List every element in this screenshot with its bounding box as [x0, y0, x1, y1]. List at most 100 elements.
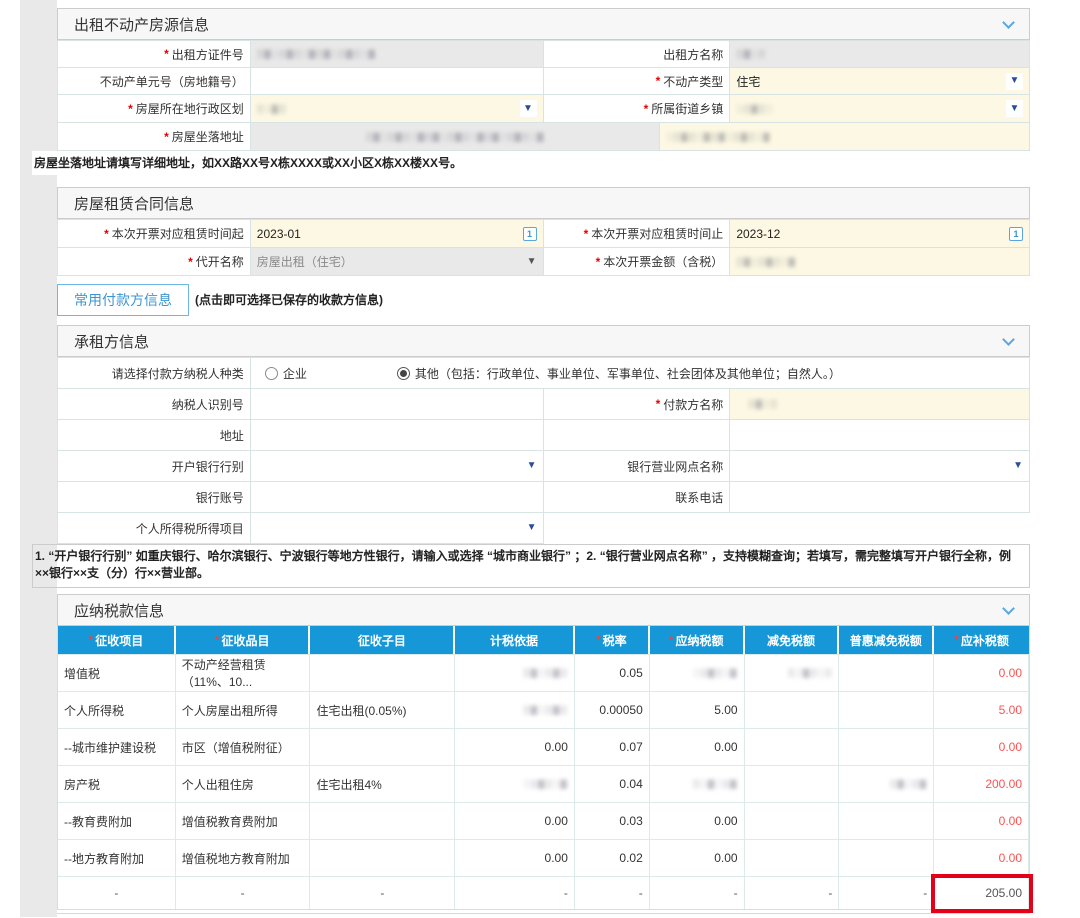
bank-type-label: 开户银行行别 [58, 451, 251, 482]
payer-name-input[interactable]: ▒▓░▒ [730, 389, 1030, 420]
col-header-sub: 征收子目 [310, 626, 455, 654]
estate-type-select[interactable]: 住宅▼ [730, 68, 1030, 95]
phone-label: 联系电话 [544, 482, 731, 513]
col-header-supplement: *应补税额 [934, 626, 1029, 654]
admin-division-select[interactable]: ▒░▓▒▼ [251, 95, 544, 123]
chevron-down-icon[interactable]: ▼ [527, 257, 537, 267]
section-header-tax: 应纳税款信息 [57, 594, 1030, 626]
phone-input[interactable] [730, 482, 1030, 513]
left-gutter [20, 0, 57, 917]
issue-name-label: *代开名称 [58, 248, 251, 276]
bank-type-select[interactable]: ▼ [251, 451, 544, 482]
saved-payer-button[interactable]: 常用付款方信息 [57, 284, 189, 316]
unit-no-label: 不动产单元号（房地籍号） [58, 68, 251, 95]
total-supplement-cell: 205.00 [934, 876, 1029, 909]
section-header-property: 出租不动产房源信息 [57, 8, 1030, 40]
required-asterisk: * [656, 397, 661, 411]
invoice-amount-input[interactable]: ▒▓░▒▓▒░▓ [730, 248, 1030, 276]
required-asterisk: * [188, 255, 193, 269]
section-title-tax: 应纳税款信息 [74, 600, 164, 621]
invoice-form-page: 出租不动产房源信息 *出租方证件号 ▒▓░▒▓▒░▓▒▓░▒▓▒░▓ 出租方名称… [57, 8, 1030, 918]
radio-other[interactable] [397, 367, 410, 380]
payer-type-radios: 企业 其他（包括：行政单位、事业单位、军事单位、社会团体及其他单位；自然人。） [251, 358, 1030, 389]
calendar-icon[interactable]: 1 [1009, 227, 1023, 241]
lessee-address-input[interactable] [251, 420, 544, 451]
required-asterisk: * [656, 74, 661, 88]
required-asterisk: * [644, 102, 649, 116]
radio-enterprise[interactable] [265, 367, 278, 380]
bottom-divider [57, 913, 1030, 918]
empty-cell [730, 420, 1030, 451]
bank-account-input[interactable] [251, 482, 544, 513]
payer-type-label: 请选择付款方纳税人种类 [58, 358, 251, 389]
collapse-chevron-icon[interactable] [1002, 16, 1015, 29]
section-header-contract: 房屋租赁合同信息 [57, 187, 1030, 219]
bank-branch-select[interactable]: ▼ [730, 451, 1030, 482]
required-asterisk: * [104, 227, 109, 241]
address-label: *房屋坐落地址 [58, 123, 251, 151]
income-item-label: 个人所得税所得项目 [58, 513, 251, 544]
table-row: 房产税 个人出租住房 住宅出租4% ░▒▓▒░▓ 0.04 ▒░▓░▒▓ ▒▓░… [58, 765, 1029, 802]
required-asterisk: * [164, 130, 169, 144]
col-header-reduction: 减免税额 [745, 626, 840, 654]
lease-end-input[interactable]: 2023-121 [730, 220, 1030, 248]
tax-table: *征收项目 *征收品目 征收子目 计税依据 *税率 *应纳税额 减免税额 普惠减… [57, 626, 1030, 910]
radio-enterprise-label: 企业 [283, 365, 307, 382]
payer-name-label: *付款方名称 [544, 389, 731, 420]
collapse-chevron-icon[interactable] [1002, 333, 1015, 346]
estate-type-label: *不动产类型 [544, 68, 731, 95]
invoice-amount-label: *本次开票金额（含税） [544, 248, 731, 276]
calendar-icon[interactable]: 1 [523, 227, 537, 241]
lessee-address-label: 地址 [58, 420, 251, 451]
table-total-row: - - - - - - - - 205.00 [58, 876, 1029, 909]
required-asterisk: * [128, 102, 133, 116]
address-prefix-field: ▒▓░▒▓▒░▓▒▓░▒▓▒░▓▒▓░▒▓▒░▓ [251, 123, 661, 151]
collapse-chevron-icon[interactable] [1002, 602, 1015, 615]
street-label: *所属街道乡镇 [544, 95, 731, 123]
required-asterisk: * [164, 47, 169, 61]
lease-start-label: *本次开票对应租赁时间起 [58, 220, 251, 248]
chevron-down-icon[interactable]: ▼ [1013, 461, 1023, 471]
income-item-select[interactable]: ▼ [251, 513, 544, 544]
chevron-down-icon[interactable]: ▼ [527, 461, 537, 471]
taxpayer-id-label: 纳税人识别号 [58, 389, 251, 420]
table-row: --教育费附加 增值税教育费附加 0.00 0.03 0.00 0.00 [58, 802, 1029, 839]
col-header-rate: *税率 [575, 626, 650, 654]
issue-name-select[interactable]: 房屋出租（住宅）▼ [251, 248, 544, 276]
table-row: 增值税 不动产经营租赁（11%、10... ▒▓░▒▓▒ 0.05 ░▒▓▒░▓… [58, 654, 1029, 691]
chevron-down-icon[interactable]: ▼ [1006, 73, 1023, 90]
property-form: *出租方证件号 ▒▓░▒▓▒░▓▒▓░▒▓▒░▓ 出租方名称 ▒▓░▒ 不动产单… [57, 40, 1030, 151]
chevron-down-icon[interactable]: ▼ [520, 100, 537, 117]
empty-cell [544, 420, 731, 451]
table-row: --地方教育附加 增值税地方教育附加 0.00 0.02 0.00 0.00 [58, 839, 1029, 876]
section-title-contract: 房屋租赁合同信息 [74, 193, 194, 214]
table-row: --城市维护建设税 市区（增值税附征） 0.00 0.07 0.00 0.00 [58, 728, 1029, 765]
col-header-category: *征收品目 [176, 626, 311, 654]
lease-start-input[interactable]: 2023-011 [251, 220, 544, 248]
unit-no-field[interactable] [251, 68, 544, 95]
bank-note-text: 1. “开户银行行别” 如重庆银行、哈尔滨银行、宁波银行等地方性银行，请输入或选… [32, 544, 1030, 588]
bank-branch-label: 银行营业网点名称 [544, 451, 731, 482]
required-asterisk: * [584, 227, 589, 241]
lessor-id-field: ▒▓░▒▓▒░▓▒▓░▒▓▒░▓ [251, 41, 544, 68]
contract-form: *本次开票对应租赁时间起 2023-011 *本次开票对应租赁时间止 2023-… [57, 219, 1030, 276]
lessor-name-label: 出租方名称 [544, 41, 731, 68]
lessor-id-label: *出租方证件号 [58, 41, 251, 68]
lessor-name-field: ▒▓░▒ [730, 41, 1030, 68]
section-title-lessee: 承租方信息 [74, 331, 149, 352]
section-title-property: 出租不动产房源信息 [74, 14, 209, 35]
saved-payer-note: (点击即可选择已保存的收款方信息) [195, 291, 383, 308]
street-select[interactable]: ░▒▓▒░▼ [730, 95, 1030, 123]
admin-division-label: *房屋所在地行政区划 [58, 95, 251, 123]
bank-account-label: 银行账号 [58, 482, 251, 513]
required-asterisk: * [596, 255, 601, 269]
chevron-down-icon[interactable]: ▼ [1006, 100, 1023, 117]
chevron-down-icon[interactable]: ▼ [527, 523, 537, 533]
taxpayer-id-input[interactable] [251, 389, 544, 420]
address-detail-input[interactable]: ░▒▓▒░▓▒▓░▒▓▒░▓ [660, 123, 1030, 151]
col-header-payable: *应纳税额 [650, 626, 745, 654]
table-row: 个人所得税 个人房屋出租所得 住宅出租(0.05%) ▒▓░▒▓▒ 0.0005… [58, 691, 1029, 728]
section-header-lessee: 承租方信息 [57, 325, 1030, 357]
col-header-universal: 普惠减免税额 [839, 626, 934, 654]
radio-other-label: 其他（包括：行政单位、事业单位、军事单位、社会团体及其他单位；自然人。） [415, 365, 841, 382]
